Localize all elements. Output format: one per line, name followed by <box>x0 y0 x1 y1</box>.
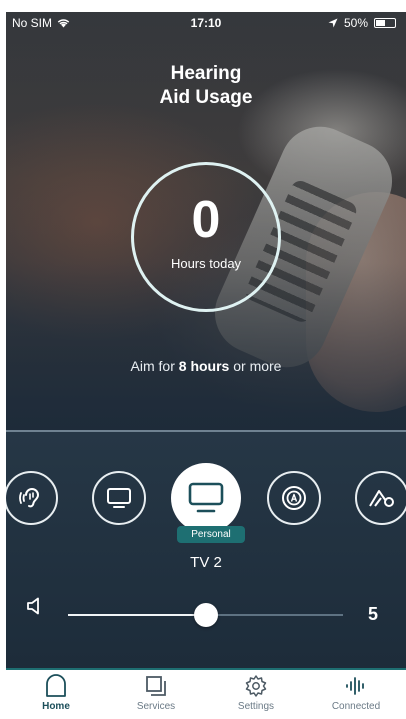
battery-icon <box>374 18 396 28</box>
mountain-icon <box>369 490 394 507</box>
location-arrow-icon <box>328 18 338 28</box>
usage-goal-text: Aim for 8 hours or more <box>130 358 282 374</box>
volume-value: 5 <box>368 604 379 624</box>
tab-home[interactable]: Home <box>6 670 106 719</box>
active-program-name: TV 2 <box>190 554 222 571</box>
hours-label: Hours today <box>170 256 242 271</box>
tv-icon <box>107 488 131 508</box>
tab-connected[interactable]: Connected <box>306 670 406 719</box>
program-selector: Personal TV 2 5 <box>6 432 406 668</box>
ear-icon <box>19 488 40 508</box>
auto-program-icon <box>282 486 306 510</box>
app-screen: No SIM 17:10 50% Hearing Aid Usage 0 Hou… <box>6 12 406 719</box>
hours-value: 0 <box>191 191 221 249</box>
tv-icon <box>188 482 224 513</box>
program-auto-button[interactable] <box>267 471 321 525</box>
program-tv2-button[interactable] <box>171 463 241 533</box>
program-type-badge: Personal <box>177 526 245 543</box>
tab-settings[interactable]: Settings <box>206 670 306 719</box>
program-tv-button[interactable] <box>92 471 146 525</box>
status-bar: No SIM 17:10 50% <box>6 12 406 34</box>
hero-background: No SIM 17:10 50% Hearing Aid Usage 0 Hou… <box>6 12 406 430</box>
home-icon <box>46 674 66 697</box>
program-outdoor-button[interactable] <box>355 471 406 525</box>
program-hearing-button[interactable] <box>6 471 58 525</box>
usage-ring: 0 Hours today <box>131 162 281 312</box>
tab-services[interactable]: Services <box>106 670 206 719</box>
volume-icon <box>27 597 39 615</box>
page-title: Hearing Aid Usage <box>159 63 253 108</box>
services-icon <box>146 676 166 696</box>
volume-slider-thumb[interactable] <box>193 603 218 627</box>
battery-percent: 50% <box>343 16 368 30</box>
tab-bar: Home Services Settings Connected <box>6 670 406 719</box>
settings-icon <box>245 675 267 697</box>
connected-icon <box>346 677 364 695</box>
